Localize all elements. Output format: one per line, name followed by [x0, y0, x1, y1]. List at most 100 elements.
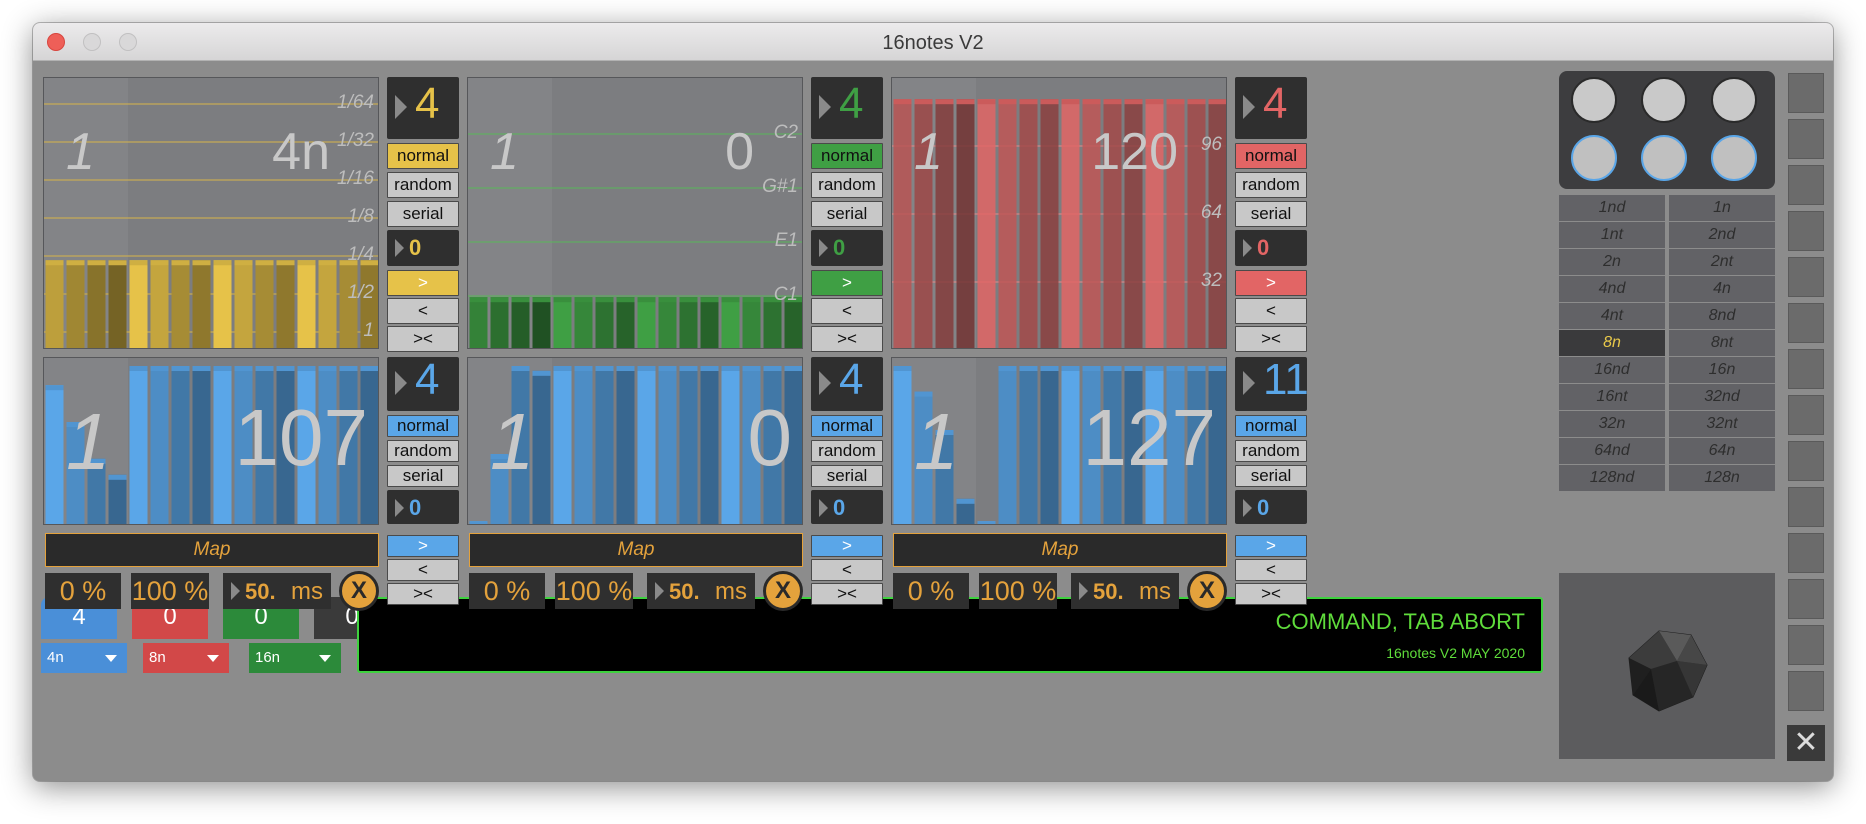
- mode-random-button[interactable]: random: [811, 172, 883, 198]
- direction-fwd-button[interactable]: >: [387, 535, 459, 557]
- steps-number[interactable]: 4: [811, 355, 883, 411]
- direction-back-button[interactable]: <: [1235, 559, 1307, 581]
- slider-bar[interactable]: [1019, 99, 1038, 349]
- mode-serial-button[interactable]: serial: [1235, 201, 1307, 227]
- toggle-circle-4[interactable]: [1571, 135, 1617, 181]
- multislider-cc3[interactable]: 1 127: [891, 357, 1227, 525]
- mode-normal-button[interactable]: normal: [387, 415, 459, 437]
- mode-random-button[interactable]: random: [387, 440, 459, 462]
- rate-button-32n[interactable]: 32n: [1559, 411, 1665, 437]
- slider-bar[interactable]: [574, 297, 593, 349]
- steps-number[interactable]: 4: [387, 355, 459, 411]
- strip-slot[interactable]: [1788, 73, 1824, 113]
- clear-button[interactable]: X: [1187, 571, 1227, 611]
- multislider-cc1[interactable]: 1 107: [43, 357, 379, 525]
- rate-button-4nt[interactable]: 4nt: [1559, 303, 1665, 329]
- slider-bar[interactable]: [318, 260, 337, 349]
- offset-number[interactable]: 0: [387, 230, 459, 266]
- slider-bar[interactable]: [893, 99, 912, 349]
- strip-slot[interactable]: [1788, 671, 1824, 711]
- slider-bar[interactable]: [108, 474, 127, 525]
- slider-bars[interactable]: [44, 78, 379, 349]
- rate-button-32nt[interactable]: 32nt: [1669, 411, 1775, 437]
- mode-serial-button[interactable]: serial: [811, 201, 883, 227]
- direction-both-button[interactable]: ><: [811, 326, 883, 352]
- smoothing-ms[interactable]: 50. ms: [223, 573, 331, 609]
- mode-serial-button[interactable]: serial: [387, 201, 459, 227]
- slider-bar[interactable]: [171, 260, 190, 349]
- slider-bar[interactable]: [679, 366, 698, 525]
- strip-slot[interactable]: [1788, 211, 1824, 251]
- slider-bar[interactable]: [129, 260, 148, 349]
- dice-icon[interactable]: [1559, 573, 1775, 759]
- direction-back-button[interactable]: <: [1235, 298, 1307, 324]
- toggle-circle-6[interactable]: [1711, 135, 1757, 181]
- toggle-circle-5[interactable]: [1641, 135, 1687, 181]
- slider-bar[interactable]: [658, 366, 677, 525]
- slider-bar[interactable]: [658, 297, 677, 349]
- slider-bar[interactable]: [66, 260, 85, 349]
- slider-bar[interactable]: [595, 297, 614, 349]
- slider-bar[interactable]: [721, 366, 740, 525]
- mode-serial-button[interactable]: serial: [1235, 465, 1307, 487]
- rate-button-16n[interactable]: 16n: [1669, 357, 1775, 383]
- strip-slot[interactable]: [1788, 165, 1824, 205]
- strip-slot[interactable]: [1788, 257, 1824, 297]
- rate-button-8nt[interactable]: 8nt: [1669, 330, 1775, 356]
- slider-bar[interactable]: [45, 260, 64, 349]
- rate-button-8nd[interactable]: 8nd: [1669, 303, 1775, 329]
- rate-button-128n[interactable]: 128n: [1669, 465, 1775, 491]
- slider-bar[interactable]: [150, 260, 169, 349]
- smoothing-ms[interactable]: 50. ms: [647, 573, 755, 609]
- steps-number[interactable]: 11: [1235, 355, 1309, 411]
- slider-bar[interactable]: [637, 366, 656, 525]
- slider-bar[interactable]: [129, 366, 148, 525]
- clear-button[interactable]: X: [339, 571, 379, 611]
- rate-button-128nd[interactable]: 128nd: [1559, 465, 1665, 491]
- offset-number[interactable]: 0: [811, 230, 883, 266]
- rate-button-1nt[interactable]: 1nt: [1559, 222, 1665, 248]
- slider-bar[interactable]: [700, 366, 719, 525]
- slider-bar[interactable]: [297, 260, 316, 349]
- close-icon[interactable]: ✕: [1787, 725, 1825, 761]
- mode-random-button[interactable]: random: [811, 440, 883, 462]
- multislider-velocity[interactable]: 96 64 32 1 120: [891, 77, 1227, 349]
- strip-slot[interactable]: [1788, 441, 1824, 481]
- multislider-cc2[interactable]: 10: [467, 357, 803, 525]
- mode-normal-button[interactable]: normal: [1235, 415, 1307, 437]
- slider-bar[interactable]: [171, 366, 190, 525]
- direction-back-button[interactable]: <: [387, 559, 459, 581]
- slider-bar[interactable]: [108, 260, 127, 349]
- slider-bar[interactable]: [1061, 99, 1080, 349]
- slider-bar[interactable]: [1019, 366, 1038, 525]
- rate-button-64nd[interactable]: 64nd: [1559, 438, 1665, 464]
- slider-bars[interactable]: [892, 78, 1227, 349]
- max-percent[interactable]: 100 %: [131, 573, 209, 609]
- rate-button-1n[interactable]: 1n: [1669, 195, 1775, 221]
- rate-button-1nd[interactable]: 1nd: [1559, 195, 1665, 221]
- offset-number[interactable]: 0: [811, 490, 883, 524]
- direction-fwd-button[interactable]: >: [811, 270, 883, 296]
- slider-bar[interactable]: [679, 297, 698, 349]
- slider-bar[interactable]: [637, 297, 656, 349]
- mode-normal-button[interactable]: normal: [387, 143, 459, 169]
- slider-bar[interactable]: [192, 260, 211, 349]
- rate-button-32nd[interactable]: 32nd: [1669, 384, 1775, 410]
- multislider-pitch[interactable]: C2 G#1 E1 C1 1 0: [467, 77, 803, 349]
- direction-both-button[interactable]: ><: [387, 583, 459, 605]
- rate-button-2nd[interactable]: 2nd: [1669, 222, 1775, 248]
- rate-button-2n[interactable]: 2n: [1559, 249, 1665, 275]
- slider-bar[interactable]: [595, 366, 614, 525]
- steps-number[interactable]: 4: [811, 77, 883, 139]
- slider-bar[interactable]: [977, 99, 996, 349]
- min-percent[interactable]: 0 %: [469, 573, 545, 609]
- max-percent[interactable]: 100 %: [979, 573, 1057, 609]
- slider-bar[interactable]: [616, 366, 635, 525]
- rate-button-64n[interactable]: 64n: [1669, 438, 1775, 464]
- direction-both-button[interactable]: ><: [387, 326, 459, 352]
- slider-bars[interactable]: [468, 78, 803, 349]
- toggle-circle-2[interactable]: [1641, 77, 1687, 123]
- min-percent[interactable]: 0 %: [45, 573, 121, 609]
- slider-bar[interactable]: [1061, 366, 1080, 525]
- offset-number[interactable]: 0: [1235, 490, 1307, 524]
